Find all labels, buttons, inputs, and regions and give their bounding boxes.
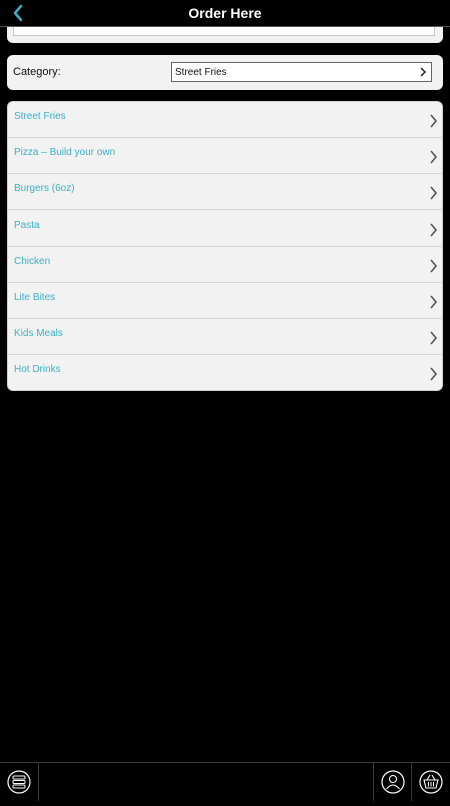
list-item[interactable]: Kids Meals	[8, 319, 442, 355]
basket-icon	[419, 770, 443, 794]
chevron-right-icon	[430, 186, 438, 200]
list-item[interactable]: Chicken	[8, 247, 442, 283]
list-item[interactable]: Street Fries	[8, 102, 442, 138]
list-item-label: Lite Bites	[14, 292, 56, 303]
chevron-right-icon	[420, 67, 427, 77]
category-label: Category:	[13, 66, 61, 78]
list-item-label: Hot Drinks	[14, 364, 61, 375]
page-title: Order Here	[188, 5, 262, 21]
list-item-label: Street Fries	[14, 111, 66, 122]
chevron-right-icon	[430, 114, 438, 128]
list-item[interactable]: Pasta	[8, 211, 442, 247]
list-item-label: Pasta	[14, 220, 40, 231]
list-item[interactable]: Pizza – Build your own	[8, 138, 442, 174]
bottom-nav	[0, 762, 450, 801]
top-bar: Order Here	[0, 0, 450, 27]
account-button[interactable]	[374, 763, 412, 801]
chevron-right-icon	[430, 259, 438, 273]
list-item-label: Burgers (6oz)	[14, 183, 75, 194]
menu-button[interactable]	[0, 763, 38, 801]
list-item-label: Chicken	[14, 256, 51, 267]
list-item-label: Kids Meals	[14, 328, 63, 339]
basket-button[interactable]	[412, 763, 450, 801]
chevron-right-icon	[430, 367, 438, 381]
menu-list-icon	[7, 770, 31, 794]
chevron-right-icon	[430, 223, 438, 237]
list-item-label: Pizza – Build your own	[14, 147, 116, 158]
list-item[interactable]: Lite Bites	[8, 283, 442, 319]
category-select[interactable]: Street Fries	[171, 62, 432, 82]
nav-divider	[38, 763, 39, 801]
list-item[interactable]: Burgers (6oz)	[8, 174, 442, 210]
chevron-right-icon	[430, 150, 438, 164]
menu-list: Street Fries Pizza – Build your own Burg…	[7, 101, 443, 391]
category-selected-value: Street Fries	[175, 67, 227, 78]
category-card: Category: Street Fries	[7, 55, 443, 90]
chevron-right-icon	[430, 295, 438, 309]
chevron-right-icon	[430, 331, 438, 345]
user-icon	[381, 770, 405, 794]
list-item[interactable]: Hot Drinks	[8, 355, 442, 390]
